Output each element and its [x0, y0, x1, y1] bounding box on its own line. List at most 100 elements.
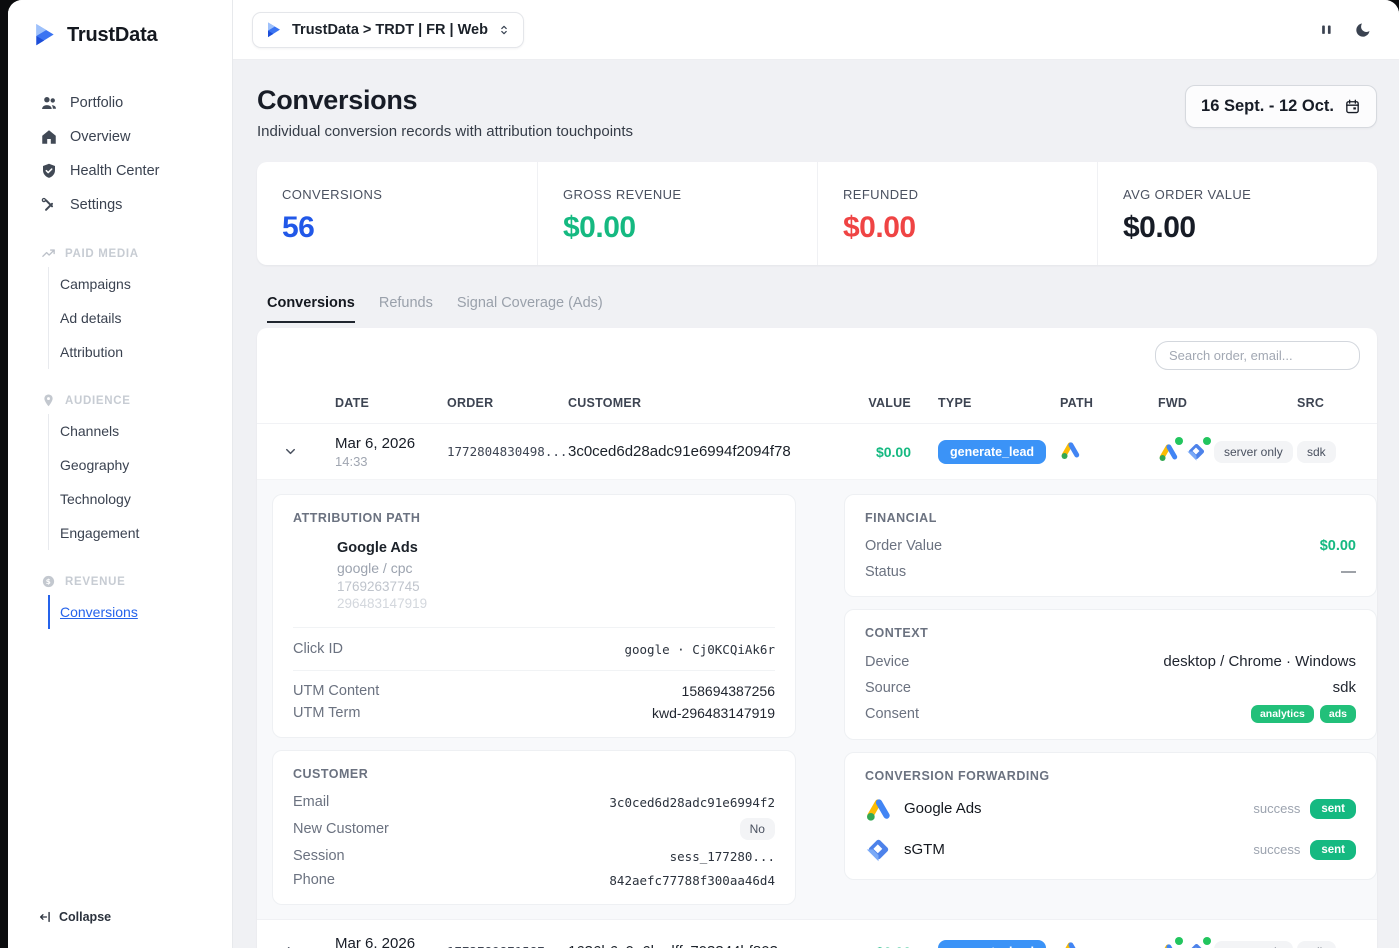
server-only-pill: server only: [1214, 941, 1293, 948]
stat-value: $0.00: [843, 211, 1097, 245]
table-toolbar: [257, 328, 1377, 382]
cell-fwd: server only: [1158, 441, 1297, 463]
row-expander[interactable]: [257, 444, 335, 459]
stat-label: GROSS REVENUE: [563, 187, 817, 202]
sidebar-item-label: Health Center: [70, 163, 159, 179]
utm-term-row: UTM Term kwd-296483147919: [293, 705, 775, 721]
sidebar-item-overview[interactable]: Overview: [8, 120, 232, 154]
pause-icon: [1317, 20, 1336, 39]
row-label: New Customer: [293, 821, 389, 837]
new-customer-row: New Customer No: [293, 818, 775, 840]
row-expander[interactable]: [257, 944, 335, 948]
sidebar-item-technology[interactable]: Technology: [49, 482, 232, 516]
date-range-picker[interactable]: 16 Sept. - 12 Oct.: [1185, 85, 1377, 128]
sidebar-item-attribution[interactable]: Attribution: [49, 335, 232, 369]
row-label: Device: [865, 654, 909, 670]
utm-content-row: UTM Content 158694387256: [293, 683, 775, 699]
topbar: TrustData > TRDT | FR | Web: [233, 0, 1399, 60]
customer-rows: Email 3c0ced6d28adc91e6994f2 New Custome…: [293, 794, 775, 888]
destination-name: Google Ads: [904, 800, 982, 817]
forwarding-row-sgtm: sGTM success sent: [865, 836, 1356, 863]
cell-type: generate_lead: [911, 940, 1060, 948]
sidebar-item-campaigns[interactable]: Campaigns: [49, 267, 232, 301]
sidebar-item-ad-details[interactable]: Ad details: [49, 301, 232, 335]
search-input[interactable]: [1155, 341, 1360, 370]
status-row: Status —: [865, 563, 1356, 580]
dark-mode-toggle[interactable]: [1353, 20, 1373, 40]
table-row[interactable]: Mar 6, 2026 10:23 1772789871587... 1636b…: [257, 920, 1377, 948]
tab-conversions[interactable]: Conversions: [267, 295, 355, 323]
stat-label: AVG ORDER VALUE: [1123, 187, 1377, 202]
row-time: 14:33: [335, 454, 447, 469]
section-label: REVENUE: [65, 576, 125, 588]
stat-refunded: REFUNDED $0.00: [817, 162, 1097, 265]
row-label: Order Value: [865, 538, 942, 554]
page-header: Conversions Individual conversion record…: [257, 60, 1377, 140]
sidebar-collapse-button[interactable]: Collapse: [38, 910, 111, 924]
google-ads-forward-icon: [1158, 441, 1179, 462]
sidebar-item-channels[interactable]: Channels: [49, 414, 232, 448]
row-label: UTM Content: [293, 683, 379, 699]
google-ads-icon: [1060, 439, 1081, 460]
sidebar-item-health-center[interactable]: Health Center: [8, 154, 232, 188]
table-row[interactable]: Mar 6, 2026 14:33 1772804830498... 3c0ce…: [257, 424, 1377, 480]
cell-path: [1060, 439, 1158, 465]
order-value-row: Order Value $0.00: [865, 538, 1356, 554]
touchpoint-adgroup-id: 296483147919: [337, 596, 775, 611]
row-label: Phone: [293, 872, 335, 888]
cell-order: 1772804830498...: [447, 444, 568, 459]
sidebar-section-revenue: REVENUE: [8, 568, 232, 595]
sidebar-item-settings[interactable]: Settings: [8, 188, 232, 222]
cell-date: Mar 6, 2026 14:33: [335, 435, 447, 469]
cell-type: generate_lead: [911, 440, 1060, 464]
stat-value: 56: [282, 211, 537, 245]
attribution-path-card: ATTRIBUTION PATH Google Ads google / cpc…: [272, 494, 796, 738]
touchpoint-campaign-id: 17692637745: [337, 579, 775, 594]
app-window: TrustData Portfolio Overview Health Cent…: [8, 0, 1399, 948]
new-customer-badge: No: [740, 818, 775, 840]
cell-src: sdk: [1297, 441, 1377, 463]
cell-value: $0.00: [833, 444, 911, 460]
property-selector[interactable]: TrustData > TRDT | FR | Web: [252, 12, 524, 48]
sidebar-subnav-paid-media: Campaigns Ad details Attribution: [48, 267, 232, 369]
chevron-down-icon: [283, 444, 298, 459]
touchpoint-source: Google Ads: [337, 540, 775, 556]
financial-card: FINANCIAL Order Value $0.00 Status —: [844, 494, 1377, 597]
forwarding-destination: sGTM: [865, 836, 945, 863]
stat-gross-revenue: GROSS REVENUE $0.00: [537, 162, 817, 265]
column-path: PATH: [1060, 396, 1158, 410]
forwarding-rows: Google Ads success sent: [865, 795, 1356, 863]
sidebar-subnav-revenue: Conversions: [48, 595, 232, 629]
sidebar-item-geography[interactable]: Geography: [49, 448, 232, 482]
conversion-forwarding-card: CONVERSION FORWARDING Google Ads success: [844, 752, 1377, 880]
date-range-label: 16 Sept. - 12 Oct.: [1201, 97, 1334, 116]
sgtm-forward-icon: [1186, 441, 1207, 462]
column-type: TYPE: [911, 396, 1060, 410]
cell-customer: 3c0ced6d28adc91e6994f2094f78: [568, 443, 833, 460]
google-ads-icon: [865, 795, 892, 822]
section-label: PAID MEDIA: [65, 248, 139, 260]
sidebar-item-engagement[interactable]: Engagement: [49, 516, 232, 550]
tab-signal-coverage[interactable]: Signal Coverage (Ads): [457, 295, 603, 323]
sidebar-item-conversions[interactable]: Conversions: [48, 595, 232, 629]
dollar-circle-icon: [41, 574, 56, 589]
row-label: Email: [293, 794, 329, 810]
sgtm-forward-icon: [1186, 941, 1207, 948]
conversions-table-card: DATE ORDER CUSTOMER VALUE TYPE PATH FWD …: [257, 328, 1377, 948]
pause-tracking-button[interactable]: [1316, 20, 1336, 40]
session-value: sess_177280...: [670, 849, 775, 864]
users-icon: [40, 94, 58, 112]
tab-refunds[interactable]: Refunds: [379, 295, 433, 323]
source-row: Source sdk: [865, 679, 1356, 696]
sidebar-item-label: Settings: [70, 197, 122, 213]
row-date: Mar 6, 2026: [335, 935, 447, 948]
source-value: sdk: [1333, 679, 1356, 696]
sidebar-main-nav: Portfolio Overview Health Center Setting…: [8, 86, 232, 629]
click-id-value: google · Cj0KCQiAk6r: [624, 642, 775, 657]
page-header-text: Conversions Individual conversion record…: [257, 85, 633, 140]
topbar-actions: [1316, 20, 1373, 40]
sidebar-subnav-audience: Channels Geography Technology Engagement: [48, 414, 232, 550]
context-rows: Device desktop / Chrome · Windows Source…: [865, 653, 1356, 723]
stats-cards: CONVERSIONS 56 GROSS REVENUE $0.00 REFUN…: [257, 162, 1377, 265]
sidebar-item-portfolio[interactable]: Portfolio: [8, 86, 232, 120]
